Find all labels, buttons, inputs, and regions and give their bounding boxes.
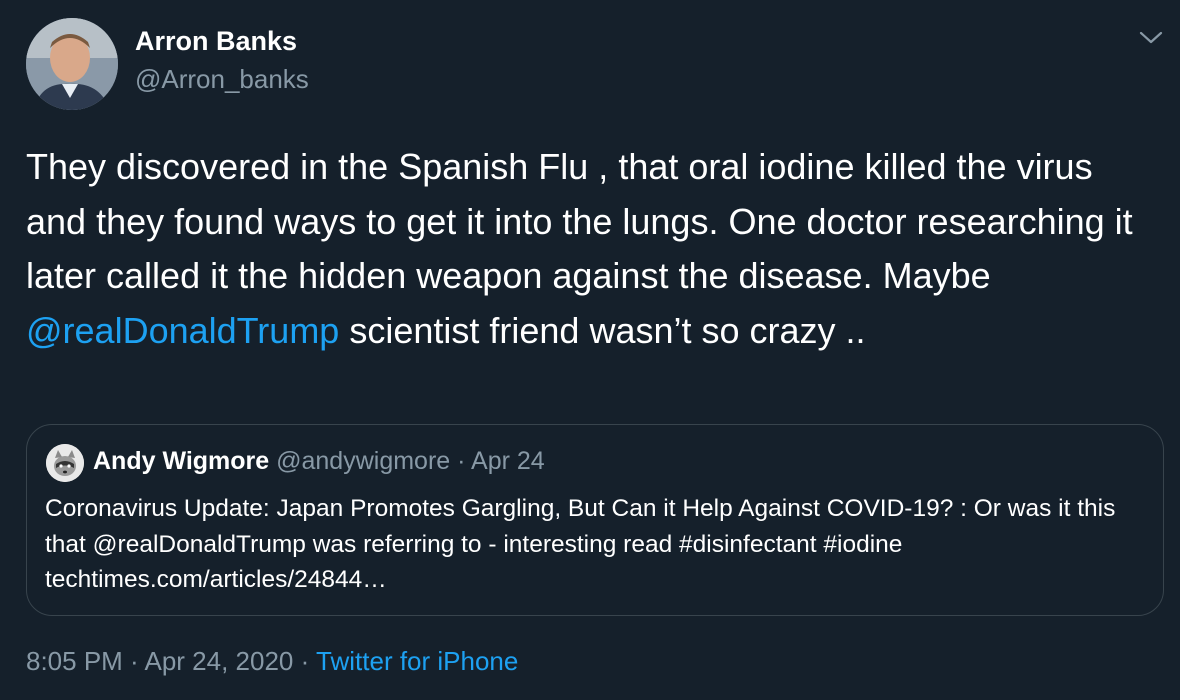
tweet-time[interactable]: 8:05 PM (26, 646, 123, 676)
chevron-down-icon[interactable] (1138, 28, 1164, 48)
tweet-footer: 8:05 PM · Apr 24, 2020 · Twitter for iPh… (26, 646, 518, 677)
tweet-text-part: They discovered in the Spanish Flu , tha… (26, 146, 1133, 296)
separator: · (450, 447, 472, 475)
separator: · (293, 646, 317, 676)
quoted-author-handle: @andywigmore (276, 447, 451, 475)
quoted-author-avatar (46, 444, 84, 482)
tweet: Arron Banks @Arron_banks They discovered… (0, 0, 1180, 700)
quoted-date: Apr 24 (471, 447, 545, 475)
quoted-tweet[interactable]: Andy Wigmore @andywigmore · Apr 24 Coron… (26, 424, 1164, 616)
quoted-text: Coronavirus Update: Japan Promotes Gargl… (45, 495, 1116, 593)
author-handle[interactable]: @Arron_banks (135, 64, 309, 95)
tweet-date[interactable]: Apr 24, 2020 (145, 646, 294, 676)
separator: · (122, 646, 145, 676)
tweet-text: They discovered in the Spanish Flu , tha… (26, 140, 1156, 358)
mention-link[interactable]: @realDonaldTrump (26, 310, 339, 351)
quoted-author-name: Andy Wigmore (93, 447, 270, 475)
tweet-text-part: scientist friend wasn’t so crazy .. (339, 309, 866, 351)
quoted-header: Andy Wigmore @andywigmore · Apr 24 (93, 447, 545, 476)
author-name[interactable]: Arron Banks (135, 26, 297, 57)
tweet-source-link[interactable]: Twitter for iPhone (316, 646, 518, 676)
author-avatar[interactable] (26, 18, 118, 110)
